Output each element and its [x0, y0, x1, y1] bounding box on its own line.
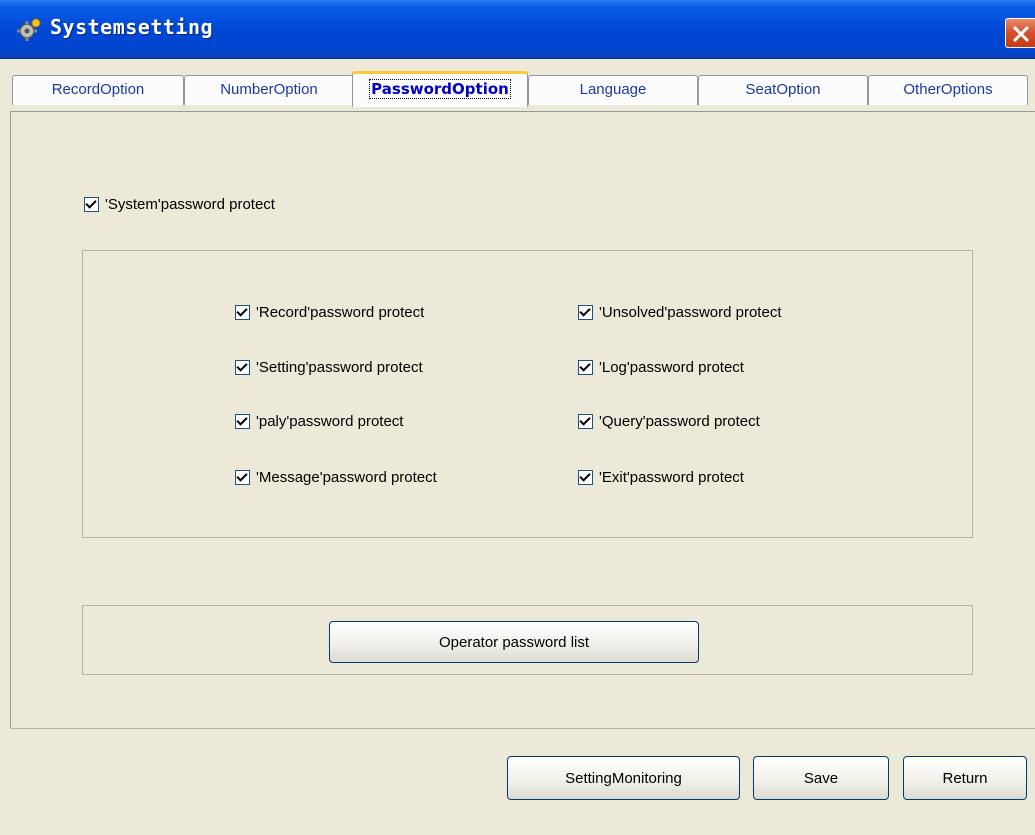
checkbox-checked-icon[interactable]: [578, 470, 593, 485]
checkbox-checked-icon[interactable]: [84, 197, 99, 212]
tab-strip: RecordOption NumberOption PasswordOption…: [0, 59, 1035, 111]
message-password-checkbox[interactable]: 'Message'password protect: [235, 469, 437, 486]
tab-seat-option[interactable]: SeatOption: [698, 75, 868, 105]
checkbox-checked-icon[interactable]: [235, 414, 250, 429]
checkbox-checked-icon[interactable]: [235, 360, 250, 375]
tab-label: PasswordOption: [369, 79, 511, 99]
gear-icon: [17, 18, 41, 41]
paly-password-checkbox[interactable]: 'paly'password protect: [235, 413, 403, 430]
record-password-checkbox[interactable]: 'Record'password protect: [235, 304, 424, 321]
window-title: Systemsetting: [50, 15, 214, 39]
title-bar[interactable]: Systemsetting: [0, 0, 1035, 59]
tab-label: OtherOptions: [903, 81, 993, 98]
setting-password-checkbox[interactable]: 'Setting'password protect: [235, 359, 423, 376]
tab-label: RecordOption: [51, 81, 145, 98]
checkbox-label: 'Setting'password protect: [256, 359, 423, 376]
operator-password-list-button[interactable]: Operator password list: [329, 621, 699, 663]
checkbox-label: 'System'password protect: [105, 196, 275, 213]
footer-divider: [10, 728, 1035, 729]
checkbox-label: 'Message'password protect: [256, 469, 437, 486]
tab-number-option[interactable]: NumberOption: [184, 75, 354, 105]
checkbox-label: 'Exit'password protect: [599, 469, 744, 486]
log-password-checkbox[interactable]: 'Log'password protect: [578, 359, 744, 376]
tab-record-option[interactable]: RecordOption: [12, 75, 184, 105]
checkbox-checked-icon[interactable]: [578, 305, 593, 320]
query-password-checkbox[interactable]: 'Query'password protect: [578, 413, 760, 430]
tab-label: Language: [579, 81, 647, 98]
tab-label: SeatOption: [745, 81, 821, 98]
exit-password-checkbox[interactable]: 'Exit'password protect: [578, 469, 744, 486]
checkbox-label: 'Log'password protect: [599, 359, 744, 376]
protect-options-group: [82, 250, 973, 538]
checkbox-label: 'Record'password protect: [256, 304, 425, 321]
tab-password-option[interactable]: PasswordOption: [352, 71, 528, 107]
return-button[interactable]: Return: [903, 756, 1027, 800]
checkbox-label: 'Query'password protect: [599, 413, 760, 430]
checkbox-checked-icon[interactable]: [235, 305, 250, 320]
tab-language[interactable]: Language: [528, 75, 698, 105]
tab-label: NumberOption: [220, 81, 318, 98]
checkbox-checked-icon[interactable]: [578, 360, 593, 375]
close-button[interactable]: [1005, 18, 1035, 48]
checkbox-label: 'paly'password protect: [256, 413, 404, 430]
checkbox-label: 'Unsolved'password protect: [599, 304, 782, 321]
unsolved-password-checkbox[interactable]: 'Unsolved'password protect: [578, 304, 781, 321]
save-button[interactable]: Save: [753, 756, 889, 800]
system-password-checkbox[interactable]: 'System'password protect: [84, 196, 275, 213]
checkbox-checked-icon[interactable]: [578, 414, 593, 429]
tab-other-options[interactable]: OtherOptions: [868, 75, 1028, 105]
setting-monitoring-button[interactable]: SettingMonitoring: [507, 756, 740, 800]
close-icon: [1012, 25, 1030, 43]
checkbox-checked-icon[interactable]: [235, 470, 250, 485]
